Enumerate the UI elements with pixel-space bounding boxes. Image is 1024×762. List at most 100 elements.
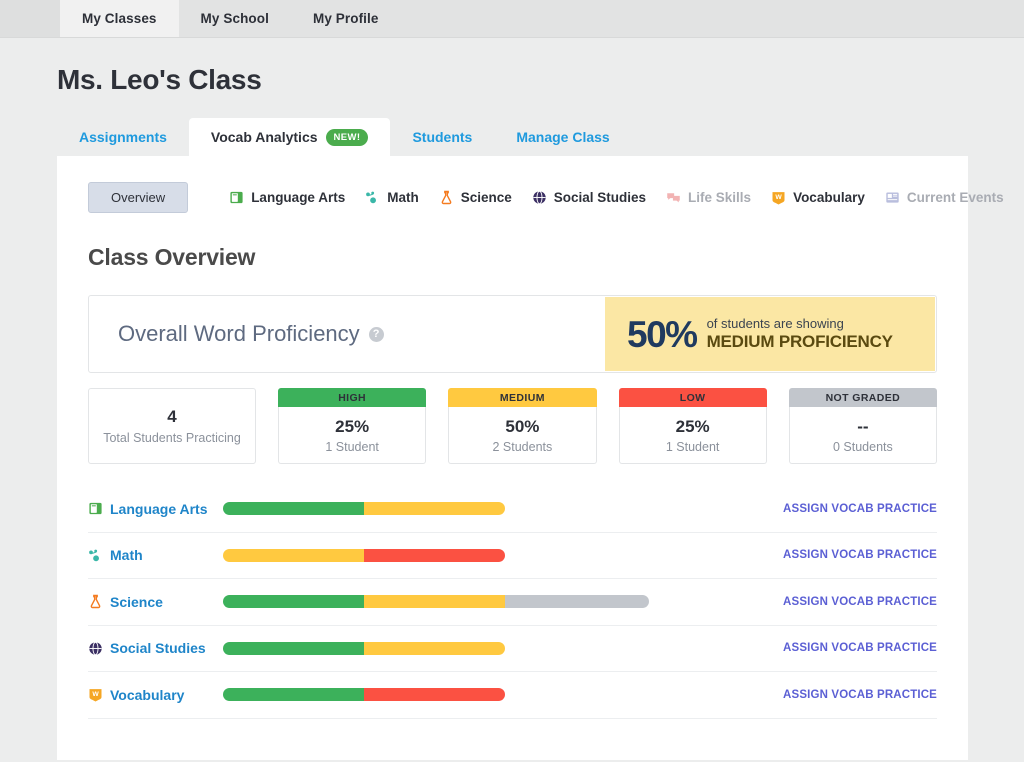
tab-label: Students [412,129,473,145]
subject-row-label: Science [110,593,163,610]
stat-card-header: MEDIUM [448,388,597,407]
subject-row-link-social-studies[interactable]: Social Studies [88,640,223,656]
subject-link-math[interactable]: Math [365,190,419,205]
global-navbar: My Classes My School My Profile [0,0,1024,38]
subject-link-vocabulary[interactable]: W Vocabulary [771,190,865,205]
news-icon [885,190,900,205]
proficiency-bar [223,595,649,609]
proficiency-percent: 50% [627,313,698,355]
tab-manage-class[interactable]: Manage Class [494,118,631,156]
proficiency-stat-cards: HIGH 25% 1 Student MEDIUM 50% 2 Students LOW 25… [278,388,937,464]
tab-label: Vocab Analytics [210,129,318,145]
subject-link-label: Life Skills [688,189,752,205]
subject-row-link-vocabulary[interactable]: W Vocabulary [88,687,223,703]
subject-progress-list: Language Arts ASSIGN VOCAB PRACTICE Math AS… [88,486,937,719]
subject-link-label: Current Events [906,189,1004,205]
proficiency-label: Overall Word Proficiency [118,321,360,346]
proficiency-label-group: Overall Word Proficiency ? [118,321,384,347]
proficiency-bar-container [223,688,771,702]
subject-row: Social Studies ASSIGN VOCAB PRACTICE [88,626,937,672]
proficiency-caption: of students are showing [706,315,844,331]
proficiency-bar-container [223,595,771,609]
overview-button[interactable]: Overview [88,181,189,213]
stat-card-percent: 25% [675,416,710,436]
proficiency-bar [223,502,505,516]
assign-vocab-practice-link[interactable]: ASSIGN VOCAB PRACTICE [783,642,937,654]
bar-segment-high [223,502,364,516]
subject-link-social-studies[interactable]: Social Studies [532,190,646,205]
total-students-card: 4 Total Students Practicing [88,388,256,464]
proficiency-bar [223,641,505,655]
stat-card-body: -- 0 Students [788,407,937,464]
bar-segment-high [223,688,364,702]
proficiency-badge: 50% of students are showing MEDIUM PROFI… [605,297,935,371]
bar-segment-medium [364,595,505,609]
total-students-value: 4 [167,407,177,426]
assign-vocab-practice-link[interactable]: ASSIGN VOCAB PRACTICE [783,689,937,701]
stat-card-row: 4 Total Students Practicing HIGH 25% 1 Stu… [88,388,937,464]
bar-segment-not-graded [505,595,649,609]
flask-icon [88,594,103,609]
stat-card-low: LOW 25% 1 Student [618,388,767,464]
global-tab-label: My School [200,11,269,26]
global-tab-my-classes[interactable]: My Classes [60,0,179,37]
section-title: Class Overview [88,244,256,270]
flask-icon [439,190,454,205]
stat-card-percent: 25% [335,416,370,436]
subject-row: Science ASSIGN VOCAB PRACTICE [88,579,937,626]
subject-link-language-arts[interactable]: Language Arts [229,190,345,205]
assign-vocab-practice-link[interactable]: ASSIGN VOCAB PRACTICE [783,596,937,608]
subject-row-link-science[interactable]: Science [88,594,223,610]
global-tab-my-school[interactable]: My School [179,0,291,37]
chat-icon [666,190,681,205]
globe-icon [532,190,547,205]
subject-link-label: Science [460,189,512,205]
subject-row-link-math[interactable]: Math [88,547,223,563]
subject-link-current-events: Current Events [885,190,1004,205]
stat-card-medium: MEDIUM 50% 2 Students [448,388,597,464]
new-badge: NEW! [325,128,369,146]
proficiency-bar-container [223,548,771,562]
subject-row: Math ASSIGN VOCAB PRACTICE [88,533,937,579]
stat-card-high: HIGH 25% 1 Student [278,388,427,464]
help-icon[interactable]: ? [368,326,384,342]
subject-link-label: Social Studies [553,189,647,205]
stat-card-body: 25% 1 Student [278,407,427,464]
total-students-label: Total Students Practicing [103,431,241,445]
assign-vocab-practice-link[interactable]: ASSIGN VOCAB PRACTICE [783,503,937,515]
bar-segment-high [223,641,364,655]
molecule-icon [365,190,380,205]
svg-text:W: W [92,691,99,698]
proficiency-level: MEDIUM PROFICIENCY [706,331,893,351]
book-icon [88,501,103,516]
molecule-icon [88,548,103,563]
tab-assignments[interactable]: Assignments [57,118,189,156]
global-tab-list: My Classes My School My Profile [60,0,400,37]
navbar-left-spacer [0,0,60,37]
global-tab-my-profile[interactable]: My Profile [291,0,401,37]
subject-link-list: Language Arts Math Science Social Studies Li… [229,190,1023,205]
subject-row-link-language-arts[interactable]: Language Arts [88,501,223,517]
subject-link-life-skills: Life Skills [666,190,751,205]
subject-navigation: Overview Language Arts Math Science Social … [57,181,1004,213]
overall-word-proficiency-panel: Overall Word Proficiency ? 50% of studen… [88,295,937,373]
subject-row: W Vocabulary ASSIGN VOCAB PRACTICE [88,672,937,719]
subject-link-label: Math [387,189,419,205]
bar-segment-medium [223,548,364,562]
stat-card-student-count: 1 Student [325,439,379,454]
tab-students[interactable]: Students [390,118,494,156]
bar-segment-high [223,595,364,609]
global-tab-label: My Profile [312,11,379,26]
book-icon [229,190,244,205]
tab-vocab-analytics[interactable]: Vocab Analytics NEW! [188,118,391,156]
subject-link-science[interactable]: Science [439,190,512,205]
subject-row-label: Math [110,547,143,564]
content-card: Overview Language Arts Math Science Social … [57,156,1004,760]
tab-label: Assignments [79,129,167,145]
stat-card-body: 50% 2 Students [448,407,597,464]
proficiency-text-group: of students are showing MEDIUM PROFICIEN… [707,316,893,353]
bar-segment-low [364,688,505,702]
global-tab-label: My Classes [82,11,157,26]
assign-vocab-practice-link[interactable]: ASSIGN VOCAB PRACTICE [783,549,937,561]
stat-card-student-count: 1 Student [665,439,720,454]
